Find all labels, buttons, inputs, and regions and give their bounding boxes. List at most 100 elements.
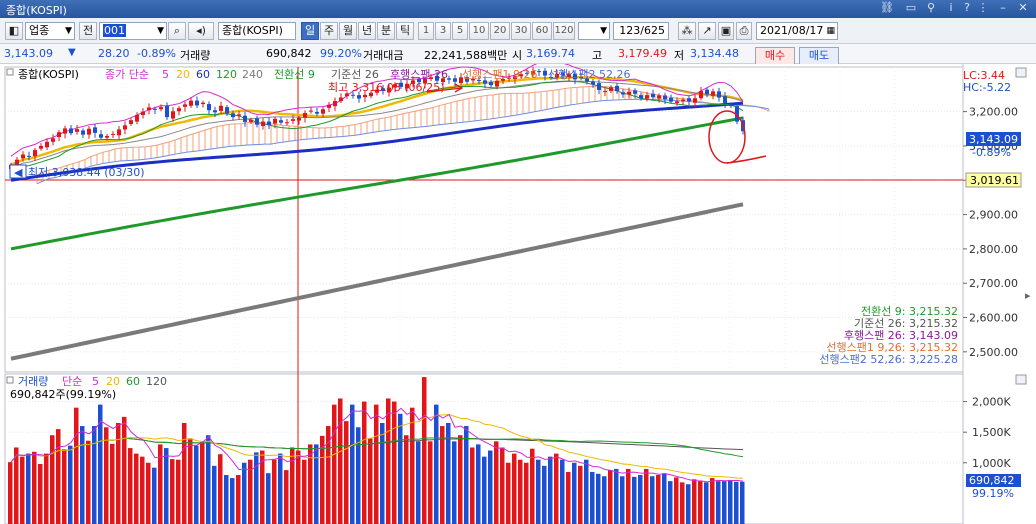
interval-5[interactable]: 5 [452,22,468,40]
help-icon[interactable]: ? [960,1,974,15]
layout-icon[interactable]: ◧ [5,22,23,40]
draw-tool-icon[interactable]: ↗ [698,22,716,40]
volume-bar [596,473,601,524]
lagging-span-legend: 후행스팬 26 [390,68,448,81]
indicator-icon[interactable]: ⁂ [678,22,696,40]
code-input[interactable]: 001 ▼ [99,22,167,40]
interval-10[interactable]: 10 [469,22,489,40]
split-icon[interactable]: ▭ [904,1,918,15]
volume-bar [86,440,91,524]
volume-bar [314,444,319,524]
price-legend-name: 종합(KOSPI) [18,68,79,81]
price-tick-label: 2,800.00 [969,243,1018,256]
candle-body [261,121,265,127]
pin-icon[interactable]: ⚲ [924,1,938,15]
volume-bar [218,454,223,524]
amount-value: 22,241,588백만 [424,49,508,62]
search-icon[interactable]: ⌕ [168,22,186,40]
chart-area[interactable]: 3,200.003,100.003,000.002,900.002,800.00… [0,64,1036,524]
menu-icon[interactable]: ⋮ [976,1,990,15]
interval-custom[interactable]: ▼ [578,22,610,40]
sound-icon[interactable]: ◂) [188,22,214,40]
candle-body [225,107,229,114]
high-label: 고 [592,49,603,62]
date-input[interactable]: 2021/08/17 ▦ [756,22,838,40]
volume-bar [506,462,511,524]
candle-body [153,108,157,110]
tab-period-tick[interactable]: 틱 [396,22,414,40]
volume-bar [452,441,457,524]
volume-toggle-icon[interactable] [6,376,14,384]
scroll-right-icon[interactable]: ▸ [1025,289,1031,302]
volume-bar [122,416,127,524]
candle-body [45,141,49,148]
info-icon[interactable]: i [944,1,958,15]
interval-20[interactable]: 20 [490,22,510,40]
volume-bar [332,404,337,524]
minimize-icon[interactable]: – [996,1,1010,15]
volume-bar [698,481,703,524]
candle-body [633,90,637,94]
candle-body [117,129,121,136]
interval-1[interactable]: 1 [418,22,434,40]
interval-60[interactable]: 60 [532,22,552,40]
panel-toggle-icon[interactable] [6,68,14,76]
volume-label: 거래량 [180,49,211,62]
low-note: 최저 3,038.44 (03/30) [28,166,145,179]
volume-bar [44,453,49,524]
candle-body [57,132,61,138]
bar-count-field[interactable]: 123/625 [613,22,669,40]
close-icon[interactable]: ✕ [1016,1,1030,15]
prev-button[interactable]: 전 [79,22,97,40]
candle-body [681,99,685,102]
sell-button[interactable]: 매도 [799,47,839,65]
volume-bar [278,453,283,524]
volume-maximize-icon[interactable] [1015,374,1027,385]
volume-bar [416,441,421,524]
candle-body [195,100,199,106]
volume-bar [566,471,571,524]
candle-body [27,155,31,157]
candle-body [537,71,541,73]
interval-30[interactable]: 30 [511,22,531,40]
volume-bar [518,459,523,524]
print-icon[interactable]: ⎙ [736,22,752,40]
tab-period-month[interactable]: 월 [339,22,357,40]
volume-bar [692,479,697,524]
current-pct-label: -0.89% [972,146,1011,159]
volume-bar [464,426,469,524]
ma120-legend: 120 [216,68,237,81]
volume-bar [440,426,445,524]
volume-bar [176,459,181,524]
panel-maximize-icon[interactable] [1015,67,1027,78]
chevron-down-icon: ▼ [65,26,72,36]
base-line-legend: 기준선 26 [331,68,379,81]
volume-bar [680,482,685,524]
candle-body [111,133,115,135]
volume-bar [104,427,109,524]
volume-bar [116,422,121,524]
market-select[interactable]: 업종 ▼ [25,22,75,40]
chart-svg[interactable]: 3,200.003,100.003,000.002,900.002,800.00… [0,64,1036,524]
candle-body [231,113,235,118]
save-icon[interactable]: ▣ [718,22,734,40]
open-value: 3,169.74 [526,47,575,60]
volume-bar [50,435,55,524]
buy-button[interactable]: 매수 [755,47,795,65]
interval-3[interactable]: 3 [435,22,451,40]
link-icon[interactable]: ⛓ [880,1,894,15]
interval-120[interactable]: 120 [553,22,575,40]
volume-bar [614,468,619,524]
candle-body [729,104,733,107]
candle-body [279,120,283,123]
volume-bar [110,443,115,524]
tab-period-day[interactable]: 일 [301,22,319,40]
tab-period-minute[interactable]: 분 [377,22,395,40]
candle-body [609,87,613,92]
volume-bar [194,445,199,524]
volume-current-note: 690,842주(99.19%) [10,388,116,401]
tab-period-week[interactable]: 주 [320,22,338,40]
candle-body [201,102,205,105]
tab-period-year[interactable]: 년 [358,22,376,40]
volume-bar [386,398,391,524]
